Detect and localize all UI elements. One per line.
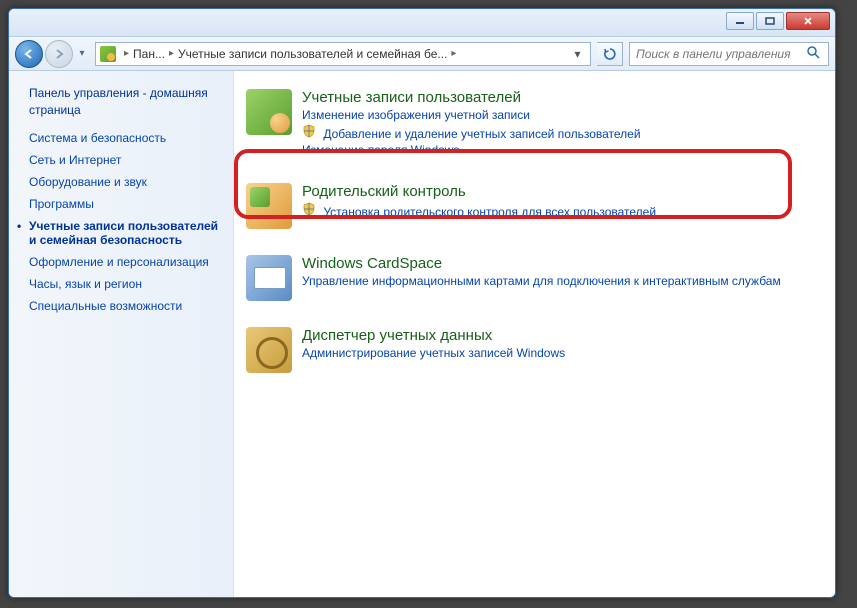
search-icon xyxy=(806,45,822,62)
back-button[interactable] xyxy=(15,40,43,68)
sidebar-item-appearance[interactable]: Оформление и персонализация xyxy=(29,255,225,269)
link-change-picture[interactable]: Изменение изображения учетной записи xyxy=(302,108,530,122)
maximize-button[interactable] xyxy=(756,12,784,30)
category-title-parental[interactable]: Родительский контроль xyxy=(302,183,809,200)
breadcrumb-segment[interactable]: Пан... xyxy=(133,47,165,61)
category-credential: Диспетчер учетных данных Администрирован… xyxy=(240,323,815,377)
navbar: ▾ ▸ Пан... ▸ Учетные записи пользователе… xyxy=(9,37,835,71)
titlebar xyxy=(9,9,835,37)
sidebar: Панель управления - домашняя страница Си… xyxy=(9,71,234,597)
credential-icon xyxy=(246,327,292,373)
forward-button[interactable] xyxy=(45,40,73,68)
main-panel: Учетные записи пользователей Изменение и… xyxy=(234,71,835,597)
chevron-right-icon: ▸ xyxy=(169,48,174,59)
link-setup-parental[interactable]: Установка родительского контроля для все… xyxy=(323,205,656,219)
cardspace-icon xyxy=(246,255,292,301)
shield-icon xyxy=(302,202,316,216)
parental-icon xyxy=(246,183,292,229)
control-panel-icon xyxy=(100,46,116,62)
link-manage-cards[interactable]: Управление информационными картами для п… xyxy=(302,274,781,288)
shield-icon xyxy=(302,124,316,138)
category-parental: Родительский контроль Установка родитель… xyxy=(240,179,815,233)
search-box[interactable] xyxy=(629,42,829,66)
search-input[interactable] xyxy=(636,47,806,61)
refresh-button[interactable] xyxy=(597,42,623,66)
link-manage-credentials[interactable]: Администрирование учетных записей Window… xyxy=(302,346,565,360)
users-icon xyxy=(246,89,292,135)
category-user-accounts: Учетные записи пользователей Изменение и… xyxy=(240,85,815,161)
sidebar-item-network[interactable]: Сеть и Интернет xyxy=(29,153,225,167)
close-button[interactable] xyxy=(786,12,830,30)
highlight-whiteout xyxy=(238,149,795,175)
sidebar-item-programs[interactable]: Программы xyxy=(29,197,225,211)
sidebar-item-ease[interactable]: Специальные возможности xyxy=(29,299,225,313)
category-title-users[interactable]: Учетные записи пользователей xyxy=(302,89,809,106)
category-title-credential[interactable]: Диспетчер учетных данных xyxy=(302,327,809,344)
chevron-right-icon: ▸ xyxy=(124,48,129,59)
minimize-button[interactable] xyxy=(726,12,754,30)
address-bar[interactable]: ▸ Пан... ▸ Учетные записи пользователей … xyxy=(95,42,591,66)
sidebar-home-link[interactable]: Панель управления - домашняя страница xyxy=(29,85,225,119)
sidebar-item-user-accounts[interactable]: Учетные записи пользователей и семейная … xyxy=(29,219,225,247)
sidebar-item-clock[interactable]: Часы, язык и регион xyxy=(29,277,225,291)
recent-pages-dropdown[interactable]: ▾ xyxy=(75,44,89,64)
content-area: Панель управления - домашняя страница Си… xyxy=(9,71,835,597)
breadcrumb-segment[interactable]: Учетные записи пользователей и семейная … xyxy=(178,47,447,61)
address-dropdown[interactable]: ▾ xyxy=(568,43,586,65)
sidebar-item-system[interactable]: Система и безопасность xyxy=(29,131,225,145)
category-cardspace: Windows CardSpace Управление информацион… xyxy=(240,251,815,305)
chevron-right-icon: ▸ xyxy=(451,48,456,59)
window-frame: ▾ ▸ Пан... ▸ Учетные записи пользователе… xyxy=(8,8,836,598)
category-title-cardspace[interactable]: Windows CardSpace xyxy=(302,255,809,272)
sidebar-item-hardware[interactable]: Оборудование и звук xyxy=(29,175,225,189)
link-add-remove-accounts[interactable]: Добавление и удаление учетных записей по… xyxy=(323,127,640,141)
